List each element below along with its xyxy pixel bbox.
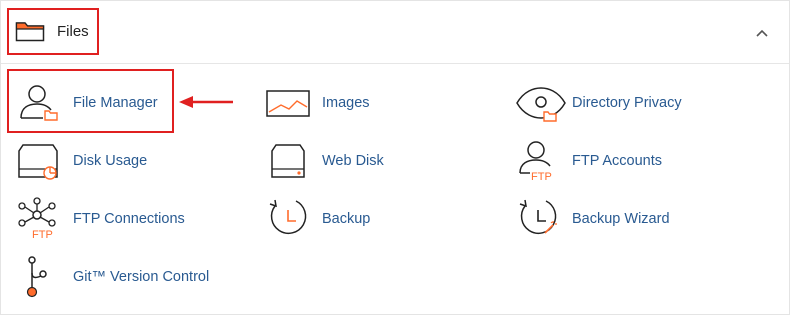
- images-link[interactable]: Images: [266, 81, 466, 125]
- disk-usage-label: Disk Usage: [73, 153, 148, 169]
- ftp-badge-text: FTP: [32, 229, 53, 241]
- backup-label: Backup: [322, 211, 371, 227]
- section-title: Files: [57, 23, 89, 40]
- ftp-connections-label: FTP Connections: [73, 211, 185, 227]
- highlight-box-file-manager: [7, 69, 174, 133]
- folder-icon: [15, 20, 45, 47]
- backup-wizard-label: Backup Wizard: [572, 211, 670, 227]
- files-panel: Files File Manager Images Directory Priv…: [0, 0, 790, 315]
- disk-usage-link[interactable]: Disk Usage: [17, 139, 197, 183]
- backup-link[interactable]: Backup: [266, 197, 466, 241]
- backup-icon: [266, 197, 316, 241]
- web-disk-label: Web Disk: [322, 153, 384, 169]
- git-version-control-link[interactable]: Git™ Version Control: [17, 255, 237, 299]
- ftp-accounts-link[interactable]: FTP FTP Accounts: [516, 139, 736, 183]
- disk-usage-icon: [17, 139, 67, 183]
- git-icon: [17, 255, 67, 299]
- web-disk-icon: [266, 139, 316, 183]
- ftp-accounts-icon: FTP: [516, 139, 566, 183]
- images-icon: [266, 81, 316, 125]
- backup-wizard-link[interactable]: Backup Wizard: [516, 197, 736, 241]
- directory-privacy-icon: [516, 81, 566, 125]
- ftp-connections-icon: FTP: [17, 197, 67, 241]
- directory-privacy-label: Directory Privacy: [572, 95, 682, 111]
- web-disk-link[interactable]: Web Disk: [266, 139, 466, 183]
- ftp-accounts-label: FTP Accounts: [572, 153, 662, 169]
- ftp-badge-text: FTP: [531, 171, 552, 183]
- section-header[interactable]: Files: [1, 1, 789, 64]
- images-label: Images: [322, 95, 370, 111]
- arrow-left-icon: [177, 95, 235, 114]
- chevron-up-icon[interactable]: [755, 25, 769, 43]
- git-version-control-label: Git™ Version Control: [73, 269, 210, 285]
- backup-wizard-icon: [516, 197, 566, 241]
- ftp-connections-link[interactable]: FTP FTP Connections: [17, 197, 217, 241]
- directory-privacy-link[interactable]: Directory Privacy: [516, 81, 736, 125]
